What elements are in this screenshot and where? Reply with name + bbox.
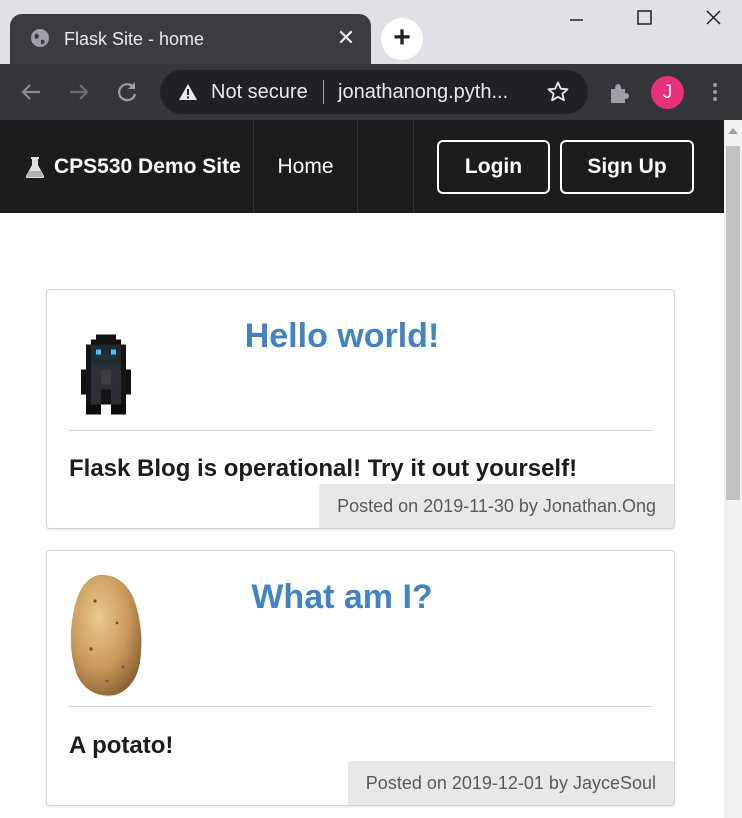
- post-title-link[interactable]: What am I?: [147, 577, 537, 617]
- kebab-menu-icon[interactable]: [705, 80, 725, 104]
- scroll-up-arrow-icon[interactable]: [728, 128, 738, 134]
- forward-arrow-icon[interactable]: [64, 77, 94, 107]
- post-title-link[interactable]: Hello world!: [137, 316, 547, 356]
- browser-toolbar: Not secure jonathanong.pyth... J: [0, 64, 742, 120]
- post-meta: Posted on 2019-12-01 by JayceSoul: [347, 761, 674, 805]
- browser-tab[interactable]: Flask Site - home ✕: [10, 14, 371, 64]
- nav-divider: [413, 120, 414, 213]
- site-brand[interactable]: CPS530 Demo Site: [24, 154, 241, 180]
- post-card: What am I? A potato! Posted on 2019-12-0…: [46, 550, 675, 806]
- warning-icon[interactable]: [178, 82, 198, 102]
- nav-home-link[interactable]: Home: [254, 120, 357, 213]
- post-meta: Posted on 2019-11-30 by Jonathan.Ong: [319, 484, 674, 528]
- close-window-icon[interactable]: [693, 4, 733, 32]
- post-image-potato: [70, 574, 142, 697]
- signup-button[interactable]: Sign Up: [560, 140, 694, 194]
- globe-icon: [31, 29, 49, 47]
- scrollbar-thumb[interactable]: [726, 146, 740, 500]
- flask-icon: [25, 157, 45, 178]
- post-content: A potato!: [69, 732, 174, 759]
- profile-avatar[interactable]: J: [651, 76, 684, 109]
- post-content: Flask Blog is operational! Try it out yo…: [69, 455, 578, 482]
- maximize-icon[interactable]: [624, 4, 664, 32]
- back-arrow-icon[interactable]: [16, 77, 46, 107]
- post-card: Hello world! Flask Blog is operational! …: [46, 289, 675, 529]
- post-divider: [69, 430, 653, 431]
- extensions-puzzle-icon[interactable]: [607, 81, 631, 105]
- tab-title: Flask Site - home: [64, 29, 205, 49]
- page-viewport: CPS530 Demo Site Home Login Sign Up Hell…: [0, 120, 742, 818]
- page-scrollbar[interactable]: [724, 120, 742, 818]
- post-image-pixel-figure: [81, 334, 131, 415]
- url-text[interactable]: jonathanong.pyth...: [338, 80, 508, 104]
- tab-close-icon[interactable]: ✕: [335, 27, 357, 49]
- post-divider: [69, 706, 653, 707]
- omnibox-divider: [323, 80, 324, 104]
- nav-divider: [357, 120, 358, 213]
- new-tab-button[interactable]: +: [381, 18, 423, 60]
- brand-name: CPS530 Demo Site: [54, 155, 241, 178]
- reload-icon[interactable]: [112, 77, 142, 107]
- bookmark-star-icon[interactable]: [546, 80, 570, 104]
- tab-strip: Flask Site - home ✕ +: [0, 0, 742, 64]
- login-button[interactable]: Login: [437, 140, 550, 194]
- security-label[interactable]: Not secure: [211, 80, 308, 104]
- address-bar[interactable]: Not secure jonathanong.pyth...: [160, 70, 588, 114]
- site-navbar: CPS530 Demo Site Home Login Sign Up: [0, 120, 724, 213]
- minimize-icon[interactable]: [548, 4, 588, 32]
